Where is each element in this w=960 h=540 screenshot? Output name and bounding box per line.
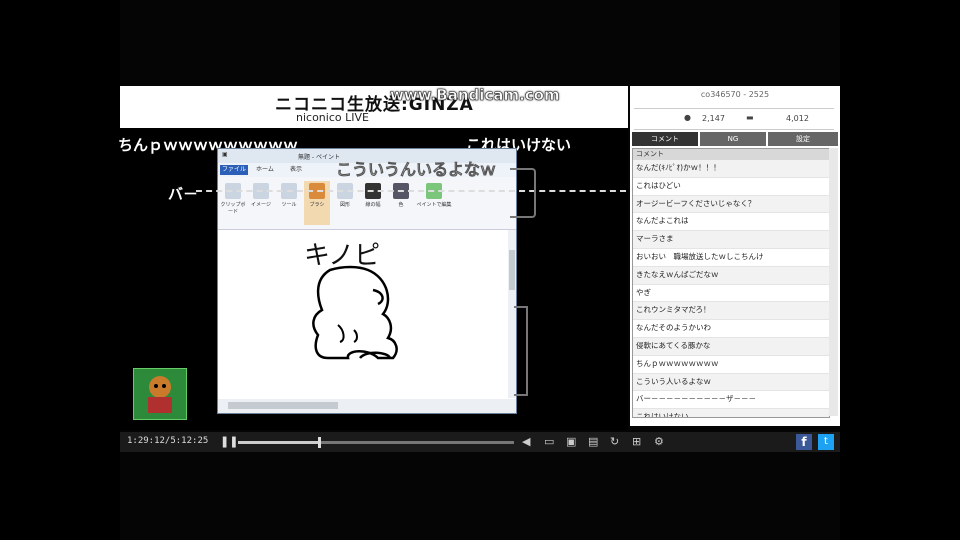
comment-row[interactable]: これはひどい: [633, 178, 829, 196]
comment-row[interactable]: おいおい 職場放送したｗしこちんけ: [633, 249, 829, 267]
comment-row[interactable]: きたなえｗんばごだなｗ: [633, 266, 829, 285]
seek-progress: [238, 441, 319, 444]
paint-horizontal-scrollbar[interactable]: [218, 399, 516, 413]
paint-tab-home[interactable]: ホーム: [256, 165, 274, 175]
paint-title-text: 無題 - ペイント: [298, 154, 340, 161]
comment-row[interactable]: マーラさま: [633, 231, 829, 249]
panel-tabs: コメント NG 設定: [630, 132, 840, 146]
comment-row[interactable]: これはいけない: [633, 409, 829, 417]
scroll-thumb[interactable]: [509, 250, 515, 290]
ribbon-brush[interactable]: ブラシ: [304, 181, 330, 225]
viewer-count: 2,147: [702, 114, 725, 123]
comment-scrollbar[interactable]: [829, 148, 838, 416]
ribbon-clipboard[interactable]: クリップボード: [220, 181, 246, 225]
pause-icon[interactable]: ❚❚: [220, 435, 238, 448]
comment-count-icon: ▬: [746, 113, 754, 122]
comment-icon[interactable]: ▭: [544, 435, 554, 448]
comment-row[interactable]: なんだよこれは: [633, 213, 829, 232]
comment-list-header: コメント: [633, 149, 829, 160]
tab-settings[interactable]: 設定: [768, 132, 838, 146]
volume-icon[interactable]: ◀: [522, 435, 530, 448]
comment-row[interactable]: これウンミタマだろ！: [633, 302, 829, 321]
drawing-sketch: キノピ: [304, 241, 398, 360]
comment-panel: co346570 - 2525 ● 2,147 ▬ 4,012 コメント NG …: [630, 86, 840, 426]
tab-ng[interactable]: NG: [700, 132, 766, 146]
tab-comments[interactable]: コメント: [632, 132, 698, 146]
seek-bar[interactable]: [238, 437, 514, 448]
ribbon-shapes[interactable]: 図形: [332, 181, 358, 225]
comment-row[interactable]: こういう人いるよなｗ: [633, 373, 829, 392]
community-id: co346570 - 2525: [700, 90, 770, 99]
facebook-icon[interactable]: f: [796, 434, 812, 450]
ribbon-tools[interactable]: ツール: [276, 181, 302, 225]
ribbon-paint3d[interactable]: ペイントで編集: [416, 181, 452, 225]
bandicam-watermark: www.Bandicam.com: [390, 86, 560, 105]
side-bracket: [514, 306, 528, 396]
broadcaster-avatar[interactable]: [133, 368, 187, 420]
comment-row[interactable]: なんだそのようかいわ: [633, 320, 829, 338]
comment-list[interactable]: コメント なんだ(ｷﾉﾋﾟｵ)かｗ！！！ これはひどい オージービーフくださいじゃな…: [632, 148, 830, 418]
avatar-illustration: [148, 376, 172, 413]
paint-tab-file[interactable]: ファイル: [220, 165, 248, 175]
display-icon[interactable]: ▤: [588, 435, 598, 448]
side-bracket: [510, 168, 536, 218]
scroll-thumb[interactable]: [228, 402, 338, 409]
refresh-icon[interactable]: ↻: [610, 435, 619, 448]
comment-count: 4,012: [786, 114, 809, 123]
flowing-comment-dashes: [196, 190, 626, 192]
comment-row[interactable]: 侵軟にあてくる豚かな: [633, 337, 829, 356]
paint-window[interactable]: ▣ 無題 - ペイント ファイル ホーム 表示 クリップボード イメージ ツール…: [217, 148, 517, 414]
twitter-icon[interactable]: t: [818, 434, 834, 450]
comment-row[interactable]: バー－－－－－－－－－－ザ－－－: [633, 391, 829, 410]
screen-icon[interactable]: ▣: [566, 435, 576, 448]
comment-row[interactable]: なんだ(ｷﾉﾋﾟｵ)かｗ！！！: [633, 160, 829, 178]
viewer-icon: ●: [684, 113, 691, 122]
niconico-live-sublogo: niconico LIVE: [296, 111, 369, 124]
paint-tab-view[interactable]: 表示: [290, 165, 302, 175]
paint-canvas[interactable]: キノピ: [218, 230, 508, 398]
seek-knob[interactable]: [318, 437, 322, 448]
comment-row[interactable]: オージービーフくださいじゃなく？: [633, 195, 829, 214]
settings-icon[interactable]: ⚙: [654, 435, 664, 448]
flowing-comment: バ－: [168, 185, 199, 203]
stats-bar: ● 2,147 ▬ 4,012: [634, 108, 834, 130]
ribbon-line-width[interactable]: 線の幅: [360, 181, 386, 225]
lock-icon[interactable]: ⊞: [632, 435, 641, 448]
paint-app-icon: ▣: [222, 151, 228, 158]
ribbon-color[interactable]: 色: [388, 181, 414, 225]
paint-ribbon: クリップボード イメージ ツール ブラシ 図形 線の幅 色 ペイントで編集: [218, 177, 516, 230]
comment-row[interactable]: ちんｐｗｗｗｗｗｗｗｗ: [633, 356, 829, 374]
comment-row[interactable]: やぎ: [633, 285, 829, 303]
time-display: 1:29:12/5:12:25: [127, 436, 209, 446]
player-controls: 1:29:12/5:12:25 ❚❚ ◀ ▭ ▣ ▤ ↻ ⊞ ⚙ f t: [120, 432, 840, 452]
flowing-comment: こういうんいるよなｗ: [336, 160, 497, 180]
ribbon-image[interactable]: イメージ: [248, 181, 274, 225]
